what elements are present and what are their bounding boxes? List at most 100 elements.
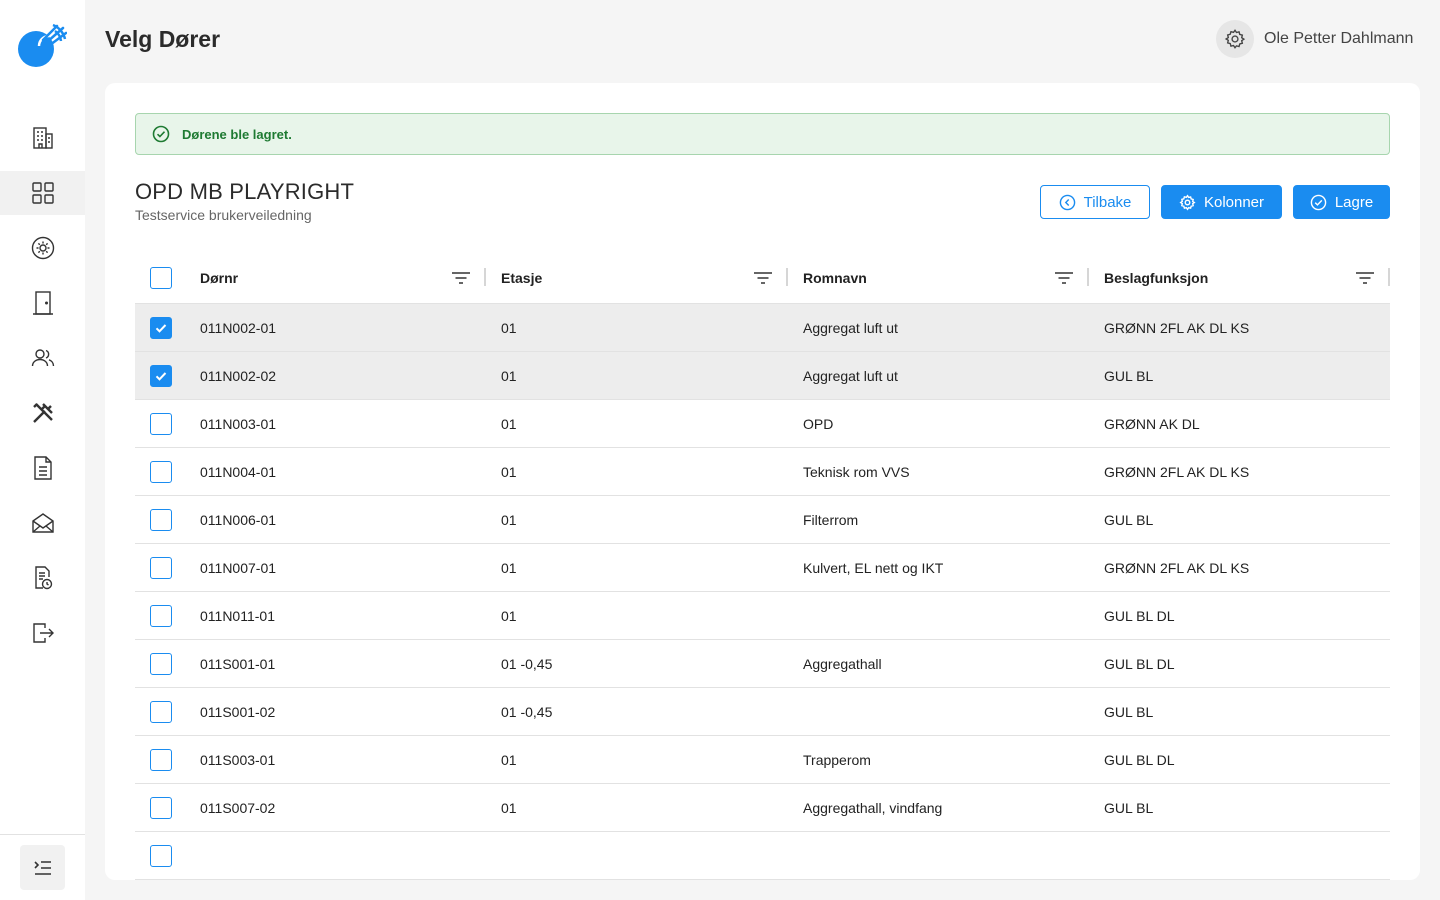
cell-floor: 01 -0,45 [501,655,553,672]
check-circle-icon [1310,194,1327,210]
nav-messages[interactable] [0,501,85,545]
row-checkbox[interactable] [150,365,172,387]
save-button-label: Lagre [1334,193,1374,211]
cell-door: 011N011-01 [200,607,275,624]
nav-documents[interactable] [0,446,85,490]
table-row[interactable]: 011N007-01 01 Kulvert, EL nett og IKT GRØNN… [135,544,1390,592]
back-button[interactable]: Tilbake [1040,185,1150,219]
row-checkbox[interactable] [150,461,172,483]
cell-floor: 01 [501,367,517,384]
app-logo-icon[interactable] [17,22,68,68]
envelope-icon [31,513,54,533]
table-row[interactable]: 011N002-02 01 Aggregat luft ut GUL BL [135,352,1390,400]
cell-floor: 01 [501,607,517,624]
nav-buildings[interactable] [0,116,85,160]
filter-icon[interactable] [451,268,471,288]
row-checkbox[interactable] [150,653,172,675]
menu-collapse-icon [33,860,51,875]
filter-icon[interactable] [753,268,773,288]
cell-function: GUL BL DL [1104,607,1175,624]
sidebar-divider [0,834,85,835]
cell-function: GUL BL [1104,799,1154,816]
main-card: Dørene ble lagret. OPD MB PLAYRIGHT Test… [105,83,1420,880]
row-checkbox[interactable] [150,797,172,819]
sidebar-collapse-button[interactable] [20,845,65,890]
table-row[interactable]: 011S001-02 01 -0,45 GUL BL [135,688,1390,736]
row-checkbox[interactable] [150,845,172,867]
settings-button[interactable] [1216,20,1254,58]
sidebar [0,0,85,900]
column-separator[interactable] [786,268,788,286]
cell-floor: 01 [501,415,517,432]
columns-button-label: Kolonner [1203,193,1265,211]
cell-function: GUL BL [1104,367,1154,384]
row-checkbox[interactable] [150,557,172,579]
table-row[interactable]: 011N004-01 01 Teknisk rom VVS GRØNN 2FL AK … [135,448,1390,496]
cell-function: GUL BL [1104,511,1154,528]
gear-icon [1224,29,1246,49]
row-checkbox[interactable] [150,605,172,627]
cell-floor: 01 [501,799,517,816]
cell-door: 011N004-01 [200,463,277,480]
row-checkbox[interactable] [150,701,172,723]
table-row[interactable] [135,832,1390,880]
building-icon [32,127,53,149]
nav-reports[interactable] [0,556,85,600]
column-header-floor[interactable]: Etasje [501,253,542,303]
save-button[interactable]: Lagre [1293,185,1390,219]
column-separator[interactable] [1087,268,1089,286]
table-row[interactable]: 011N003-01 01 OPD GRØNN AK DL [135,400,1390,448]
table-body: 011N002-01 01 Aggregat luft ut GRØNN 2FL AK… [135,304,1390,880]
cell-room: Aggregat luft ut [803,367,898,384]
columns-button[interactable]: Kolonner [1161,185,1282,219]
cell-door: 011N006-01 [200,511,277,528]
nav-dashboard[interactable] [0,171,85,215]
column-header-door[interactable]: Dørnr [200,253,238,303]
nav-users[interactable] [0,336,85,380]
cell-floor: 01 [501,319,517,336]
table-row[interactable]: 011S007-02 01 Aggregathall, vindfang GUL BL [135,784,1390,832]
cell-door: 011N002-02 [200,367,277,384]
cell-function: GRØNN 2FL AK DL KS [1104,319,1250,336]
nav-service[interactable] [0,226,85,270]
success-alert: Dørene ble lagret. [135,113,1390,155]
user-name[interactable]: Ole Petter Dahlmann [1264,30,1413,48]
filter-icon[interactable] [1054,268,1074,288]
table-row[interactable]: 011S003-01 01 Trapperom GUL BL DL [135,736,1390,784]
table-row[interactable]: 011S001-01 01 -0,45 Aggregathall GUL BL DL [135,640,1390,688]
logout-icon [32,623,54,643]
select-all-checkbox[interactable] [150,267,172,289]
tools-icon [32,403,53,423]
gear-circle-icon [31,236,54,260]
cell-door: 011S001-01 [200,655,276,672]
cell-function: GUL BL DL [1104,655,1175,672]
filter-icon[interactable] [1355,268,1375,288]
cell-function: GRØNN 2FL AK DL KS [1104,559,1250,576]
document-icon [33,456,52,480]
nav-logout[interactable] [0,611,85,655]
column-header-function[interactable]: Beslagfunksjon [1104,253,1208,303]
cell-room: Aggregathall [803,655,882,672]
nav-doors[interactable] [0,281,85,325]
row-checkbox[interactable] [150,749,172,771]
doors-table: Dørnr Etasje Romnavn Beslagfunksjon 011N… [135,253,1390,880]
cell-door: 011S007-02 [200,799,276,816]
table-row[interactable]: 011N002-01 01 Aggregat luft ut GRØNN 2FL AK… [135,304,1390,352]
table-row[interactable]: 011N011-01 01 GUL BL DL [135,592,1390,640]
gear-icon [1179,193,1196,211]
cell-room: Aggregathall, vindfang [803,799,943,816]
row-checkbox[interactable] [150,413,172,435]
check-circle-icon [152,125,170,143]
table-row[interactable]: 011N006-01 01 Filterrom GUL BL [135,496,1390,544]
cell-floor: 01 [501,463,517,480]
cell-floor: 01 [501,511,517,528]
column-separator[interactable] [484,268,486,286]
column-separator[interactable] [1388,268,1390,286]
nav-tools[interactable] [0,391,85,435]
column-header-room[interactable]: Romnavn [803,253,867,303]
row-checkbox[interactable] [150,509,172,531]
project-subtitle: Testservice brukerveiledning [135,207,312,223]
document-clock-icon [34,566,52,590]
cell-room: Aggregat luft ut [803,319,898,336]
row-checkbox[interactable] [150,317,172,339]
